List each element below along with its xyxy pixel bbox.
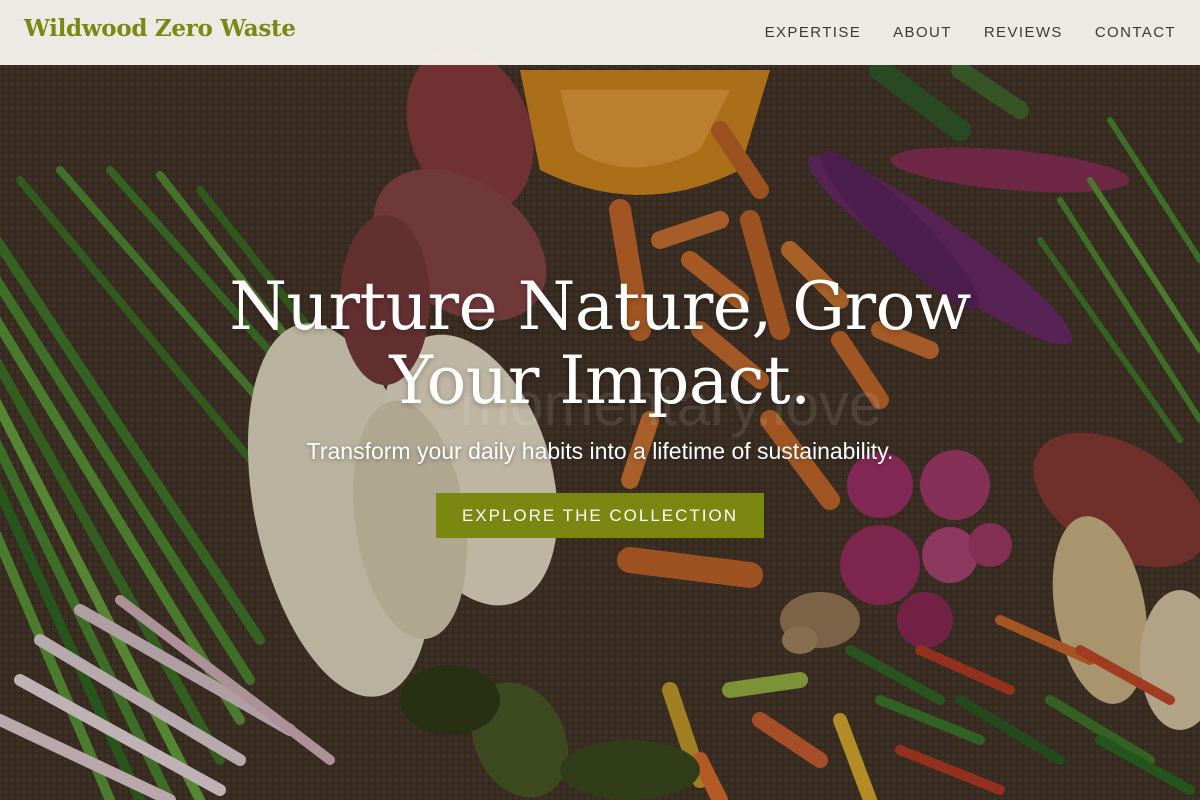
top-navbar: Wildwood Zero Waste EXPERTISE ABOUT REVI… — [0, 0, 1200, 65]
nav-link-reviews[interactable]: REVIEWS — [984, 24, 1063, 41]
hero-title: Nurture Nature, Grow Your Impact. — [100, 270, 1100, 418]
hero-title-line-2: Your Impact. — [389, 342, 811, 419]
main-nav: EXPERTISE ABOUT REVIEWS CONTACT — [765, 0, 1176, 65]
brand-logo[interactable]: Wildwood Zero Waste — [24, 15, 296, 42]
hero-title-line-1: Nurture Nature, Grow — [229, 268, 971, 345]
hero-subtitle: Transform your daily habits into a lifet… — [306, 438, 894, 464]
nav-link-contact[interactable]: CONTACT — [1095, 24, 1176, 41]
nav-link-about[interactable]: ABOUT — [893, 24, 952, 41]
nav-link-expertise[interactable]: EXPERTISE — [765, 24, 862, 41]
explore-collection-button[interactable]: EXPLORE THE COLLECTION — [436, 493, 764, 538]
